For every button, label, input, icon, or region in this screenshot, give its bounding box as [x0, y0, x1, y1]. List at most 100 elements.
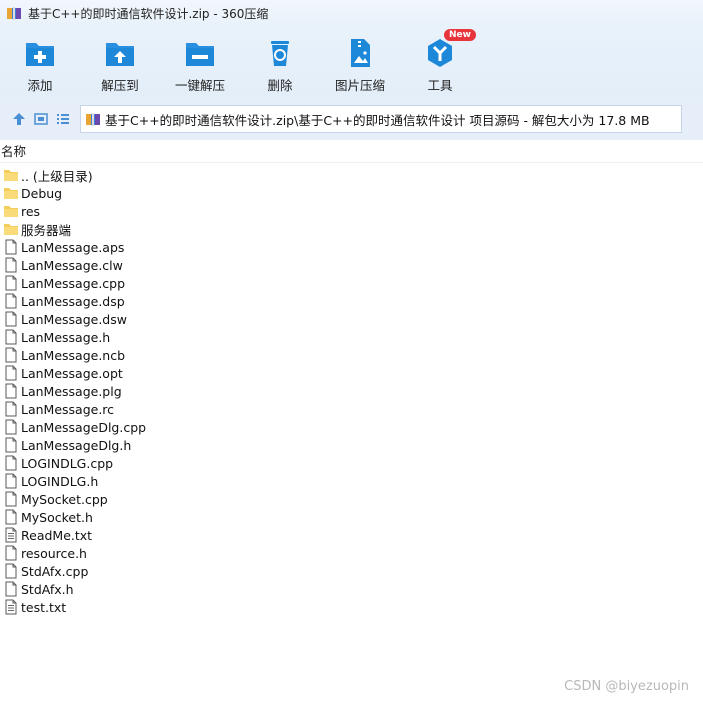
address-path: 基于C++的即时通信软件设计.zip\基于C++的即时通信软件设计 项目源码 -… [105, 112, 650, 128]
file-name: LanMessage.ncb [21, 347, 126, 363]
file-name: LanMessage.rc [21, 401, 115, 417]
file-row[interactable]: test.txt [0, 598, 703, 616]
arrow-up-icon [13, 113, 25, 125]
file-row[interactable]: LanMessage.ncb [0, 346, 703, 364]
column-header: 名称 [0, 140, 703, 163]
file-name: LanMessage.h [21, 329, 111, 345]
file-name: LanMessage.cpp [21, 275, 126, 291]
image-compress-icon [351, 39, 370, 67]
folder-icon [4, 170, 18, 181]
file-row[interactable]: StdAfx.cpp [0, 562, 703, 580]
file-row[interactable]: LanMessage.cpp [0, 274, 703, 292]
folder-icon [4, 188, 18, 199]
file-name: StdAfx.h [21, 581, 74, 597]
file-row[interactable]: resource.h [0, 544, 703, 562]
file-row[interactable]: LanMessage.plg [0, 382, 703, 400]
text-file-icon [5, 599, 17, 615]
thumbnail-view-icon [34, 113, 48, 125]
file-icon [5, 239, 17, 255]
file-icon [5, 311, 17, 327]
navigation-bar: 基于C++的即时通信软件设计.zip\基于C++的即时通信软件设计 项目源码 -… [0, 98, 703, 140]
title-bar: 基于C++的即时通信软件设计.zip - 360压缩 [0, 0, 703, 26]
file-row[interactable]: LanMessage.clw [0, 256, 703, 274]
file-name: ReadMe.txt [21, 527, 93, 543]
file-list: .. (上级目录) Debug res 服务器端 LanMessage.aps LanMe… [0, 166, 703, 616]
file-name: StdAfx.cpp [21, 563, 89, 579]
view-thumbnail-button[interactable] [30, 108, 52, 130]
folder-row[interactable]: .. (上级目录) [0, 166, 703, 184]
file-row[interactable]: LanMessage.aps [0, 238, 703, 256]
extract-to-label: 解压到 [101, 78, 139, 93]
file-row[interactable]: LOGINDLG.cpp [0, 454, 703, 472]
file-row[interactable]: LanMessage.h [0, 328, 703, 346]
file-name: LanMessageDlg.cpp [21, 419, 147, 435]
file-name: .. (上级目录) [21, 168, 93, 184]
file-icon [5, 581, 17, 597]
add-button[interactable]: 添加 [0, 26, 80, 98]
tools-label: 工具 [427, 78, 453, 93]
view-list-button[interactable] [52, 108, 74, 130]
file-name: LanMessage.aps [21, 239, 125, 255]
archive-app-icon [7, 7, 21, 20]
file-icon [5, 401, 17, 417]
file-row[interactable]: LOGINDLG.h [0, 472, 703, 490]
file-row[interactable]: LanMessage.dsp [0, 292, 703, 310]
quick-extract-button[interactable]: 一键解压 [160, 26, 240, 98]
file-icon [5, 473, 17, 489]
folder-row[interactable]: Debug [0, 184, 703, 202]
file-row[interactable]: StdAfx.h [0, 580, 703, 598]
tools-icon [428, 39, 452, 67]
add-icon [26, 43, 54, 66]
file-name: resource.h [21, 545, 87, 561]
file-icon [5, 329, 17, 345]
file-name: LanMessage.dsw [21, 311, 127, 327]
file-icon [5, 419, 17, 435]
file-icon [5, 293, 17, 309]
folder-row[interactable]: 服务器端 [0, 220, 703, 238]
address-bar[interactable]: 基于C++的即时通信软件设计.zip\基于C++的即时通信软件设计 项目源码 -… [80, 105, 682, 133]
file-icon [5, 563, 17, 579]
column-header-name[interactable]: 名称 [0, 141, 26, 162]
image-compress-button[interactable]: 图片压缩 [320, 26, 400, 98]
file-name: MySocket.cpp [21, 491, 108, 507]
file-name: LOGINDLG.h [21, 473, 99, 489]
watermark: CSDN @biyezuopin [564, 679, 689, 694]
tools-button[interactable]: New 工具 [400, 26, 480, 98]
file-name: res [21, 203, 41, 219]
file-icon [5, 437, 17, 453]
file-icon [5, 545, 17, 561]
file-name: LanMessageDlg.h [21, 437, 132, 453]
folder-icon [4, 206, 18, 217]
add-label: 添加 [27, 78, 53, 93]
file-name: LOGINDLG.cpp [21, 455, 114, 471]
file-row[interactable]: ReadMe.txt [0, 526, 703, 544]
file-icon [5, 383, 17, 399]
extract-to-button[interactable]: 解压到 [80, 26, 160, 98]
delete-icon [271, 41, 289, 66]
file-icon [5, 347, 17, 363]
file-icon [5, 275, 17, 291]
delete-button[interactable]: 删除 [240, 26, 320, 98]
file-row[interactable]: MySocket.cpp [0, 490, 703, 508]
delete-label: 删除 [267, 78, 293, 93]
file-row[interactable]: LanMessageDlg.h [0, 436, 703, 454]
file-row[interactable]: LanMessage.opt [0, 364, 703, 382]
file-row[interactable]: LanMessage.dsw [0, 310, 703, 328]
file-icon [5, 257, 17, 273]
file-name: 服务器端 [21, 222, 72, 238]
file-name: LanMessage.dsp [21, 293, 125, 309]
list-view-icon [57, 114, 69, 124]
archive-file-icon [86, 113, 100, 126]
file-icon [5, 491, 17, 507]
file-row[interactable]: LanMessage.rc [0, 400, 703, 418]
file-row[interactable]: LanMessageDlg.cpp [0, 418, 703, 436]
up-level-button[interactable] [8, 108, 30, 130]
file-name: LanMessage.clw [21, 257, 123, 273]
image-compress-label: 图片压缩 [334, 78, 385, 93]
file-name: LanMessage.plg [21, 383, 122, 399]
file-name: Debug [21, 185, 63, 201]
folder-row[interactable]: res [0, 202, 703, 220]
file-name: test.txt [21, 599, 67, 615]
file-row[interactable]: MySocket.h [0, 508, 703, 526]
file-icon [5, 365, 17, 381]
